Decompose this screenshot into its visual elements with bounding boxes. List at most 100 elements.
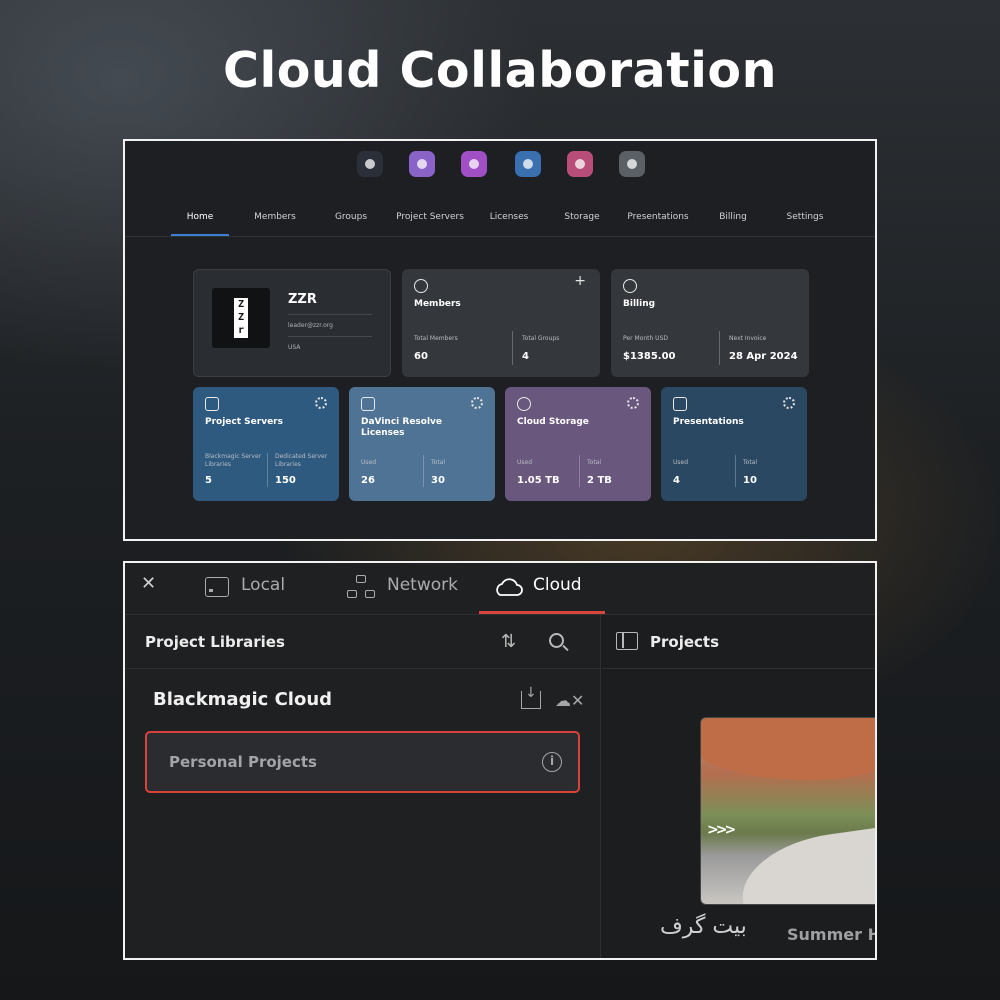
total-members-label: Total Members (414, 335, 458, 342)
search-icon[interactable] (549, 633, 564, 648)
presentation-icon (673, 397, 687, 411)
stat-divider (735, 455, 736, 487)
thumbnail-hill (701, 718, 875, 780)
download-icon[interactable] (521, 685, 541, 709)
project-libraries-header: Project Libraries ⇅ (125, 615, 600, 669)
thumbnail-road (735, 825, 875, 904)
davinci-resolve-icon[interactable] (357, 151, 383, 177)
project-browser-screenshot: ✕ Local Network Cloud Project Libraries … (123, 561, 877, 960)
members-title: Members (414, 299, 461, 309)
storage-used-label: Used (517, 459, 533, 466)
plus-icon[interactable]: + (574, 273, 586, 289)
tab-cloud[interactable]: Cloud (479, 563, 605, 615)
presentations-card[interactable]: Presentations Used 4 Total 10 (661, 387, 807, 501)
media-icon[interactable] (567, 151, 593, 177)
storage-total-value: 2 TB (587, 475, 612, 486)
tab-network-label: Network (387, 575, 458, 595)
close-icon[interactable]: ✕ (141, 573, 156, 594)
project-servers-card[interactable]: Project Servers Blackmagic Server Librar… (193, 387, 339, 501)
stat-divider (512, 331, 513, 365)
tab-cloud-label: Cloud (533, 575, 582, 595)
library-item-personal-projects[interactable]: Personal Projects i (145, 731, 580, 793)
dedicated-libraries-value: 150 (275, 475, 296, 486)
nav-tab-licenses[interactable]: Licenses (490, 212, 529, 222)
total-groups-value: 4 (522, 351, 529, 362)
nav-tab-groups[interactable]: Groups (335, 212, 367, 222)
nav-tab-project-servers[interactable]: Project Servers (396, 212, 464, 222)
presentations-title: Presentations (673, 417, 744, 427)
gear-icon[interactable] (783, 397, 795, 409)
next-invoice-label: Next Invoice (729, 335, 767, 342)
licenses-used-label: Used (361, 459, 377, 466)
storage-total-label: Total (587, 459, 602, 466)
gear-icon[interactable] (627, 397, 639, 409)
dollar-icon (623, 279, 637, 293)
licenses-title: DaVinci Resolve Licenses (361, 417, 443, 438)
org-name: ZZR (288, 292, 317, 307)
stat-divider (719, 331, 720, 365)
stat-divider (579, 455, 580, 487)
stat-divider (267, 453, 268, 487)
cloud-storage-card[interactable]: Cloud Storage Used 1.05 TB Total 2 TB (505, 387, 651, 501)
cloud-storage-icon (517, 397, 531, 411)
nav-tab-home[interactable]: Home (187, 212, 214, 222)
active-tab-indicator (171, 234, 229, 236)
nav-tab-storage[interactable]: Storage (564, 212, 599, 222)
active-tab-indicator (479, 611, 605, 614)
zzr-logo-mark: ZZr (234, 298, 248, 338)
tab-local[interactable]: Local (191, 563, 331, 615)
billing-card[interactable]: Billing Per Month USD $1385.00 Next Invo… (611, 269, 809, 377)
settings-icon[interactable] (619, 151, 645, 177)
gear-icon[interactable] (471, 397, 483, 409)
hard-drive-icon (205, 577, 229, 597)
org-card[interactable]: ZZr ZZR leader@zzr.org USA (193, 269, 391, 377)
cloud-purple-icon[interactable] (461, 151, 487, 177)
cloud-dashboard-screenshot: Home Members Groups Project Servers Lice… (123, 139, 877, 541)
app-icon-bar (125, 151, 875, 181)
project-libraries-pane: Project Libraries ⇅ Blackmagic Cloud ☁✕ … (125, 615, 601, 958)
members-card[interactable]: + Members Total Members 60 Total Groups … (402, 269, 600, 377)
storage-used-value: 1.05 TB (517, 475, 560, 486)
cloud-disconnect-icon[interactable]: ☁✕ (555, 691, 584, 710)
project-servers-title: Project Servers (205, 417, 283, 427)
licenses-total-value: 30 (431, 475, 445, 486)
cloud-color-icon[interactable] (409, 151, 435, 177)
presentations-total-label: Total (743, 459, 758, 466)
stat-divider (423, 455, 424, 487)
projects-title: Projects (650, 633, 720, 651)
per-month-value: $1385.00 (623, 351, 676, 362)
org-country: USA (288, 344, 301, 351)
presentations-used-value: 4 (673, 475, 680, 486)
project-libraries-title: Project Libraries (145, 633, 285, 651)
next-invoice-value: 28 Apr 2024 (729, 351, 798, 362)
project-thumbnail[interactable]: >>> (700, 717, 875, 905)
nav-tab-members[interactable]: Members (254, 212, 296, 222)
library-name: Blackmagic Cloud (153, 689, 333, 710)
org-divider (288, 314, 372, 315)
total-groups-label: Total Groups (522, 335, 560, 342)
nav-tab-billing[interactable]: Billing (719, 212, 747, 222)
org-email: leader@zzr.org (288, 322, 333, 329)
org-logo: ZZr (212, 288, 270, 348)
sort-icon[interactable]: ⇅ (501, 631, 516, 652)
server-icon (205, 397, 219, 411)
license-icon (361, 397, 375, 411)
projects-pane: Projects >>> Summer H (602, 615, 875, 958)
nav-tab-presentations[interactable]: Presentations (627, 212, 688, 222)
info-icon[interactable]: i (542, 752, 562, 772)
nav-tab-settings[interactable]: Settings (787, 212, 824, 222)
server-libraries-value: 5 (205, 475, 212, 486)
network-icon (347, 575, 375, 601)
org-divider (288, 336, 372, 337)
presentations-used-label: Used (673, 459, 689, 466)
tab-network[interactable]: Network (335, 563, 475, 615)
total-members-value: 60 (414, 351, 428, 362)
tab-local-label: Local (241, 575, 286, 595)
gear-icon[interactable] (315, 397, 327, 409)
sidebar-toggle-icon[interactable] (616, 632, 638, 650)
dedicated-libraries-label: Dedicated Server Libraries (275, 453, 328, 468)
licenses-total-label: Total (431, 459, 446, 466)
billing-title: Billing (623, 299, 656, 309)
fusion-icon[interactable] (515, 151, 541, 177)
licenses-card[interactable]: DaVinci Resolve Licenses Used 26 Total 3… (349, 387, 495, 501)
